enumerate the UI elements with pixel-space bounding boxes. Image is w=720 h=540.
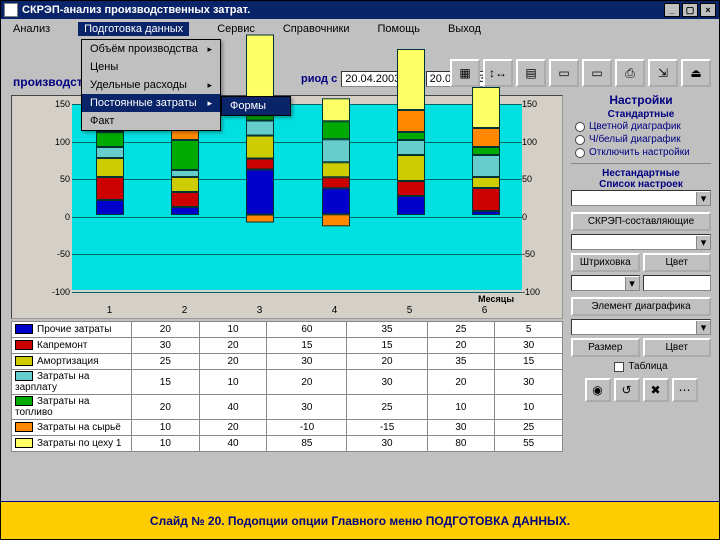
color2-button[interactable]: Цвет [643,338,712,357]
menu-0[interactable]: Анализ [13,23,50,35]
series-button[interactable]: СКРЭП-составляющие [571,212,711,231]
slide-caption: Слайд № 20. Подопции опции Главного меню… [1,501,719,539]
hatch-button[interactable]: Штриховка [571,253,640,272]
apply-icon[interactable]: ◉ [585,378,611,402]
menu-1[interactable]: Подготовка данных [78,22,189,36]
title-bar: СКРЭП-анализ производственных затрат. _ … [1,1,719,19]
color-button[interactable]: Цвет [643,253,712,272]
settings-panel: Настройки Стандартные Цветной диаграфикЧ… [571,91,711,402]
radio-option[interactable]: Отключить настройки [571,146,711,159]
reset1-icon[interactable]: ↺ [614,378,640,402]
hatch-combo[interactable]: ▾ [571,275,640,291]
menu-2[interactable]: Сервис [217,23,255,35]
minimize-button[interactable]: _ [664,3,680,17]
tool-win2-icon[interactable]: ▭ [582,59,612,87]
menu-item[interactable]: Постоянные затраты [82,94,220,112]
element-combo[interactable]: ▾ [571,319,711,335]
menu-item[interactable]: Объём производства [82,40,220,58]
settings-nonstd-label: Нестандартные [571,168,711,179]
menu-dropdown: Объём производстваЦеныУдельные расходыПо… [81,39,221,131]
table-row: Амортизация252030203515 [12,354,563,370]
tool-axes-icon[interactable]: ↕↔ [483,59,513,87]
toolbar: ▦ ↕↔ ▤ ▭ ▭ ⎙ ⇲ ⏏ [450,59,711,87]
data-table: Прочие затраты20106035255Капремонт302015… [11,321,563,452]
tool-win1-icon[interactable]: ▭ [549,59,579,87]
settings-std-label: Стандартные [571,109,711,120]
window-title: СКРЭП-анализ производственных затрат. [22,4,250,16]
menu-4[interactable]: Помощь [378,23,421,35]
remove-icon[interactable]: ✖ [643,378,669,402]
tool-chart-icon[interactable]: ▦ [450,59,480,87]
date-from[interactable]: 20.04.2003 [341,71,404,87]
tool-export-icon[interactable]: ⇲ [648,59,678,87]
table-row: Прочие затраты20106035255 [12,322,563,338]
table-row: Затраты по цеху 1104085308055 [12,436,563,452]
tool-print-icon[interactable]: ⎙ [615,59,645,87]
table-row: Затраты на топливо204030251010 [12,395,563,420]
radio-option[interactable]: Цветной диаграфик [571,120,711,133]
menu-5[interactable]: Выход [448,23,481,35]
settings-list-label: Список настроек [571,179,711,190]
menu-item[interactable]: Цены [82,58,220,76]
maximize-button[interactable]: ▢ [682,3,698,17]
series-combo[interactable]: ▾ [571,234,711,250]
more-icon[interactable]: ⋯ [672,378,698,402]
tool-book-icon[interactable]: ▤ [516,59,546,87]
menu-item[interactable]: Удельные расходы [82,76,220,94]
page-subtitle: производств [13,75,90,89]
close-button[interactable]: × [700,3,716,17]
element-button[interactable]: Элемент диаграфика [571,297,711,316]
x-axis-label: Месяцы [478,294,514,304]
table-row: Капремонт302015152030 [12,338,563,354]
app-icon [4,3,18,17]
menu-3[interactable]: Справочники [283,23,350,35]
radio-option[interactable]: Ч/белый диаграфик [571,133,711,146]
settings-list-combo[interactable]: ▾ [571,190,711,206]
table-row: Затраты на зарплату151020302030 [12,370,563,395]
size-button[interactable]: Размер [571,338,640,357]
table-row: Затраты на сырьё1020-10-153025 [12,420,563,436]
menu-submenu: Формы [221,96,291,116]
menu-bar: Анализ Подготовка данных Сервис Справочники… [1,19,719,39]
menu-item[interactable]: Факт [82,112,220,130]
settings-title: Настройки [571,91,711,109]
table-checkbox[interactable]: Таблица [571,361,711,372]
submenu-item[interactable]: Формы [222,97,290,115]
tool-exit-icon[interactable]: ⏏ [681,59,711,87]
